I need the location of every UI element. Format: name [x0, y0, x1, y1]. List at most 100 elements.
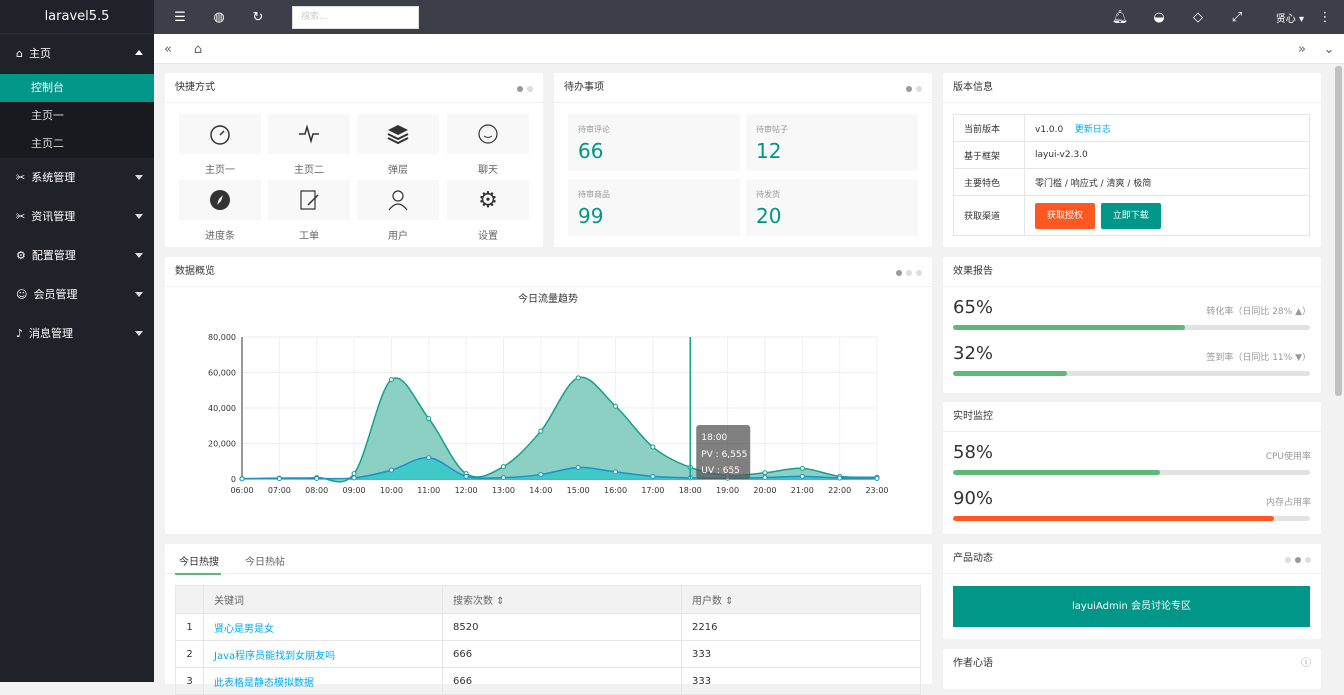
sidebar-item-home2[interactable]: 主页二: [0, 130, 154, 158]
menu-toggle-icon[interactable]: ☰: [171, 8, 189, 26]
carousel-dots[interactable]: [906, 86, 922, 92]
theme-icon[interactable]: ◒: [1150, 8, 1168, 26]
changelog-link[interactable]: 更新日志: [1075, 125, 1111, 135]
traffic-chart[interactable]: 今日流量趋势 0 20,000 40,000 60,000 80,000 06:00 07:0…: [165, 287, 932, 533]
bell-icon[interactable]: 🔔︎: [1111, 8, 1129, 26]
x-tick-label: 10:00: [380, 486, 403, 495]
shortcut-ticket[interactable]: 工单: [268, 180, 350, 242]
nav-news[interactable]: ✂ 资讯管理: [0, 197, 154, 236]
shortcut-chat[interactable]: 聊天: [447, 114, 529, 176]
y-tick-label: 40,000: [208, 404, 236, 413]
data-point: [388, 377, 394, 383]
layers-icon: [387, 125, 409, 145]
refresh-icon[interactable]: ↻: [249, 8, 267, 26]
x-tick-label: 07:00: [268, 486, 291, 495]
shortcut-home1[interactable]: 主页一: [179, 114, 261, 176]
chevron-down-icon: [135, 253, 143, 258]
todo-item[interactable]: 待审评论 66: [568, 114, 740, 171]
nav-member[interactable]: ☺ 会员管理: [0, 275, 154, 314]
tabs-left-icon[interactable]: «: [159, 40, 177, 58]
scrollbar[interactable]: [1335, 66, 1342, 396]
x-tick-label: 16:00: [604, 486, 627, 495]
report-note: 转化率（日同比 28% ▲）: [1206, 307, 1311, 317]
hot-table: 关键词 搜索次数 ⇕ 用户数 ⇕ 1 贤心是男是女 8520 2216 2 Java程序员能…: [175, 585, 921, 695]
shortcut-progress[interactable]: 进度条: [179, 180, 261, 242]
progress-bar: [953, 470, 1310, 475]
todo-item[interactable]: 待审商品 99: [568, 179, 740, 236]
shortcut-user[interactable]: 用户: [357, 180, 439, 242]
data-point: [500, 475, 506, 481]
data-point: [463, 473, 469, 479]
edit-icon: [300, 190, 319, 210]
data-point: [762, 475, 768, 481]
tab-hot-search[interactable]: 今日热搜: [179, 553, 219, 568]
keyword-link[interactable]: Java程序员能找到女朋友吗: [203, 640, 443, 668]
globe-icon[interactable]: ◍: [210, 8, 228, 26]
carousel-dots[interactable]: [517, 86, 533, 92]
monitor-title: 实时监控: [953, 411, 993, 422]
carousel-dots[interactable]: [896, 270, 922, 276]
col-index: [175, 585, 204, 614]
row-label: 主要特色: [953, 168, 1025, 196]
y-tick-label: 0: [231, 475, 236, 484]
overview-title: 数据概览: [175, 266, 215, 277]
x-tick-label: 15:00: [567, 486, 590, 495]
todo-item[interactable]: 待发货 20: [746, 179, 918, 236]
col-search-count[interactable]: 搜索次数: [453, 596, 493, 607]
data-point: [650, 444, 656, 450]
info-icon[interactable]: ⓘ: [1301, 649, 1311, 679]
home-tab-icon[interactable]: ⌂: [189, 40, 207, 58]
x-tick-label: 12:00: [455, 486, 478, 495]
x-tick-label: 19:00: [716, 486, 739, 495]
col-user-count[interactable]: 用户数: [692, 596, 722, 607]
nav-label: 资讯管理: [31, 209, 76, 223]
nav-label: 系统管理: [31, 170, 76, 184]
search-input[interactable]: 搜索...: [292, 6, 419, 29]
progress-bar: [953, 516, 1310, 521]
table-row: 2 Java程序员能找到女朋友吗 666 333: [175, 640, 921, 668]
nav-message[interactable]: ♪ 消息管理: [0, 314, 154, 353]
nav-main[interactable]: ⌂ 主页: [0, 34, 154, 74]
data-point: [613, 403, 619, 409]
heartbeat-icon: [299, 124, 319, 144]
data-point: [426, 455, 432, 461]
x-tick-label: 06:00: [230, 486, 253, 495]
tab-hot-posts[interactable]: 今日热帖: [245, 553, 285, 568]
row-label: 当前版本: [953, 114, 1025, 142]
shortcut-settings[interactable]: ⚙ 设置: [447, 180, 529, 242]
fullscreen-icon[interactable]: ⤢: [1228, 8, 1246, 26]
carousel-dots[interactable]: [1285, 557, 1311, 563]
data-point: [538, 472, 544, 478]
data-point: [575, 464, 581, 470]
todo-item[interactable]: 待审帖子 12: [746, 114, 918, 171]
shortcut-layer[interactable]: 弹层: [357, 114, 439, 176]
sidebar: laravel5.5 ⌂ 主页 控制台 主页一 主页二 ✂ 系统管理 ✂ 资讯管理 …: [0, 0, 154, 682]
tabs-right-icon[interactable]: »: [1293, 40, 1311, 58]
dashboard-icon: [210, 125, 230, 145]
shortcut-home2[interactable]: 主页二: [268, 114, 350, 176]
nav-label: 配置管理: [31, 248, 76, 262]
more-icon[interactable]: ⋮: [1316, 8, 1334, 26]
app-logo[interactable]: laravel5.5: [0, 0, 154, 34]
nav-config[interactable]: ⚙ 配置管理: [0, 236, 154, 275]
sidebar-item-home1[interactable]: 主页一: [0, 102, 154, 130]
keyword-link[interactable]: 贤心是男是女: [203, 613, 443, 641]
keyword-link[interactable]: 此表格是静态模拟数据: [203, 667, 443, 695]
user-menu[interactable]: 贤心 ▾: [1276, 10, 1304, 25]
tag-icon[interactable]: ◇: [1189, 8, 1207, 26]
col-keyword: 关键词: [214, 596, 244, 607]
x-tick-label: 08:00: [305, 486, 328, 495]
nav-system[interactable]: ✂ 系统管理: [0, 158, 154, 197]
tabs-menu-icon[interactable]: ⌄: [1320, 40, 1338, 58]
bell-icon: ♪: [16, 326, 24, 340]
get-license-button[interactable]: 获取授权: [1035, 202, 1096, 229]
data-point: [799, 473, 805, 479]
compass-icon: [210, 190, 230, 210]
monitor-note: CPU使用率: [1265, 452, 1311, 462]
tooltip-pv: PV : 6,555: [701, 450, 747, 460]
sidebar-item-console[interactable]: 控制台: [0, 74, 154, 102]
product-banner[interactable]: layuiAdmin 会员讨论专区: [953, 586, 1310, 627]
download-button[interactable]: 立即下载: [1100, 202, 1161, 229]
data-point: [351, 471, 357, 477]
progress-bar: [953, 371, 1310, 376]
